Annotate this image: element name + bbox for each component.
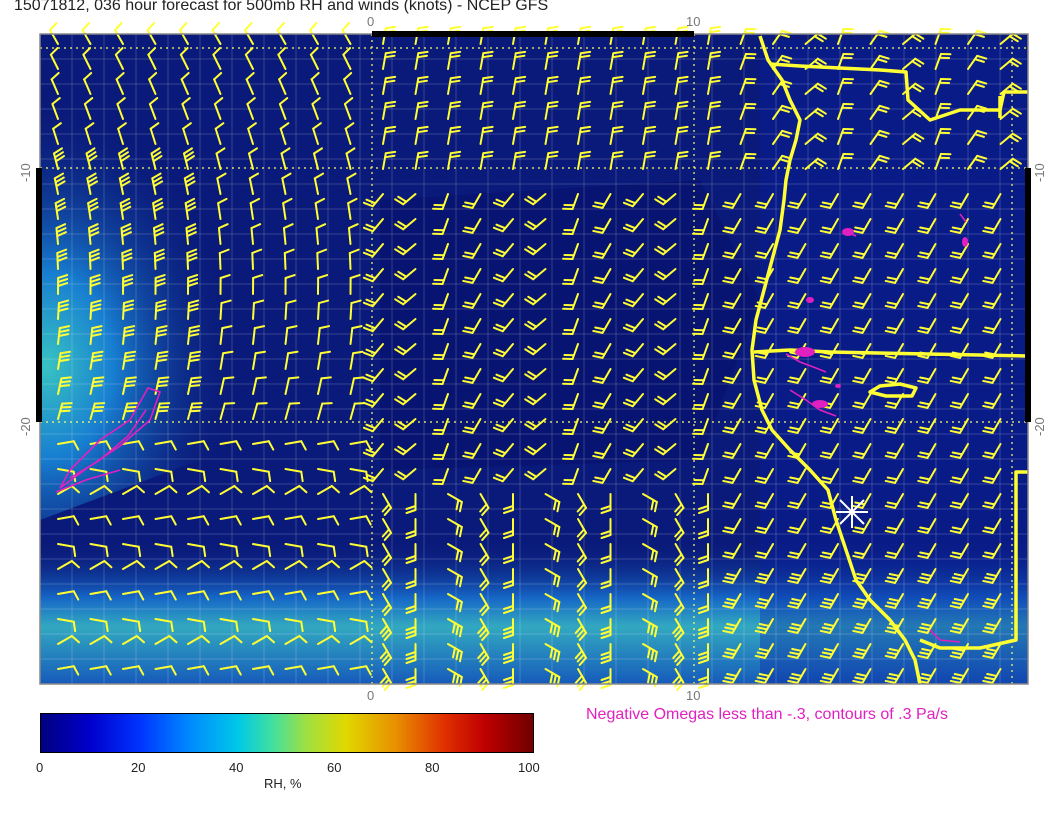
omega-annotation: Negative Omegas less than -.3, contours … xyxy=(586,706,948,724)
colorbar-tick-40: 40 xyxy=(229,760,243,775)
x-tick-bottom-0: 0 xyxy=(367,688,374,703)
y-tick-right-minus10: -10 xyxy=(1032,163,1047,182)
colorbar-tick-60: 60 xyxy=(327,760,341,775)
y-tick-left-minus20: -20 xyxy=(18,417,33,436)
frame-tick-bar-top xyxy=(372,31,694,37)
colorbar-tick-20: 20 xyxy=(131,760,145,775)
x-tick-top-0: 0 xyxy=(367,14,374,29)
colorbar-tick-80: 80 xyxy=(425,760,439,775)
rh-region-central xyxy=(380,180,760,470)
map-area xyxy=(0,0,1056,816)
frame-tick-bar-left xyxy=(36,168,42,422)
colorbar-tick-0: 0 xyxy=(36,760,43,775)
frame-tick-bar-right xyxy=(1025,168,1031,422)
rh-colorbar xyxy=(40,713,534,753)
colorbar-tick-100: 100 xyxy=(518,760,540,775)
colorbar-title: RH, % xyxy=(264,776,302,791)
y-tick-right-minus20: -20 xyxy=(1032,417,1047,436)
forecast-map xyxy=(0,0,1056,816)
station-star-icon xyxy=(836,496,868,528)
x-tick-bottom-10: 10 xyxy=(686,688,700,703)
y-tick-left-minus10: -10 xyxy=(18,163,33,182)
x-tick-top-10: 10 xyxy=(686,14,700,29)
